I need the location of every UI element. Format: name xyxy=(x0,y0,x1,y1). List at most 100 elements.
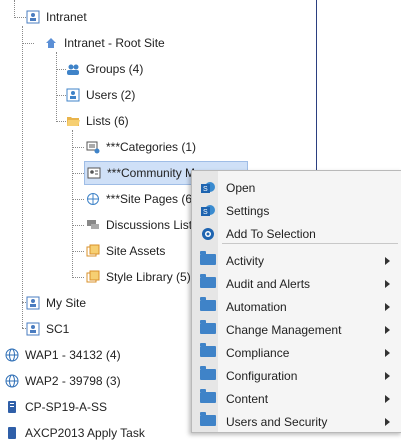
tree-node-label: WAP2 - 39798 (3) xyxy=(25,374,121,388)
menu-item-label: Settings xyxy=(226,203,270,218)
submenu-arrow-icon xyxy=(385,256,390,265)
folder-icon xyxy=(200,320,216,334)
folder-icon xyxy=(200,343,216,357)
menu-item-content[interactable]: Content xyxy=(192,387,401,410)
menu-item-label: Add To Selection xyxy=(226,226,316,241)
tree-connector xyxy=(72,199,84,200)
tree-node-categories[interactable]: ***Categories (1) xyxy=(86,137,196,157)
list-icon xyxy=(86,140,100,154)
tree-node-label: Site Assets xyxy=(106,244,166,258)
menu-item-automation[interactable]: Automation xyxy=(192,295,401,318)
groups-icon xyxy=(66,62,80,76)
tree-node-my-site[interactable]: My Site xyxy=(26,293,86,313)
tree-connector xyxy=(56,69,66,70)
tree-node-discussions[interactable]: Discussions List xyxy=(86,215,192,235)
submenu-arrow-icon xyxy=(385,417,390,426)
tree-node-wap1[interactable]: WAP1 - 34132 (4) xyxy=(5,345,121,365)
tree-node-label: ***Site Pages (6 xyxy=(106,192,193,206)
folder-icon xyxy=(200,412,216,426)
menu-item-open[interactable]: S Open xyxy=(192,176,401,199)
folder-icon xyxy=(200,366,216,380)
tree-connector xyxy=(72,173,84,174)
site-collection-icon xyxy=(26,10,40,24)
tree-node-label: Discussions List xyxy=(106,218,193,232)
tree-node-site-assets[interactable]: Site Assets xyxy=(86,241,165,261)
folder-icon xyxy=(200,389,216,403)
tree-node-groups[interactable]: Groups (4) xyxy=(66,59,143,79)
folder-icon xyxy=(200,251,216,265)
globe-icon xyxy=(5,348,19,362)
tree-node-label: My Site xyxy=(46,296,87,310)
library-icon xyxy=(86,270,100,284)
tree-node-users[interactable]: Users (2) xyxy=(66,85,135,105)
menu-item-label: Content xyxy=(226,391,269,406)
folder-icon xyxy=(200,297,216,311)
tree-node-label: Users (2) xyxy=(86,88,136,102)
menu-item-configuration[interactable]: Configuration xyxy=(192,364,401,387)
discussion-icon xyxy=(86,218,100,232)
tree-node-sc1[interactable]: SC1 xyxy=(26,319,69,339)
menu-item-label: Change Management xyxy=(226,322,342,337)
tree-connector xyxy=(72,251,84,252)
submenu-arrow-icon xyxy=(385,302,390,311)
svg-text:S: S xyxy=(203,209,208,216)
folder-open-icon xyxy=(66,114,80,128)
tree-node-style-library[interactable]: Style Library (5) xyxy=(86,267,191,287)
tree-connector xyxy=(56,52,57,120)
tree-node-cp-sp19[interactable]: CP-SP19-A-SS xyxy=(5,397,107,417)
tree-node-axcp2013[interactable]: AXCP2013 Apply Task xyxy=(5,423,145,443)
menu-item-settings[interactable]: S Settings xyxy=(192,199,401,222)
sharepoint-icon: S xyxy=(200,181,216,195)
library-icon xyxy=(86,244,100,258)
tree-node-lists[interactable]: Lists (6) xyxy=(66,111,129,131)
tree-connector xyxy=(56,95,66,96)
folder-icon xyxy=(200,274,216,288)
submenu-arrow-icon xyxy=(385,325,390,334)
server-icon xyxy=(5,426,19,440)
tree-node-label: Intranet - Root Site xyxy=(64,36,165,50)
menu-item-audit-alerts[interactable]: Audit and Alerts xyxy=(192,272,401,295)
context-menu: S Open S Settings Add To Selection Activ… xyxy=(191,170,401,433)
tree-node-label: Style Library (5) xyxy=(106,270,191,284)
submenu-arrow-icon xyxy=(385,394,390,403)
submenu-arrow-icon xyxy=(385,348,390,357)
submenu-arrow-icon xyxy=(385,371,390,380)
tree-connector xyxy=(56,121,66,122)
menu-item-label: Compliance xyxy=(226,345,290,360)
tree-node-wap2[interactable]: WAP2 - 39798 (3) xyxy=(5,371,121,391)
tree-node-site-pages[interactable]: ***Site Pages (6 xyxy=(86,189,192,209)
menu-item-label: Configuration xyxy=(226,368,298,383)
tree-node-label: AXCP2013 Apply Task xyxy=(25,426,145,440)
tree-node-label: WAP1 - 34132 (4) xyxy=(25,348,121,362)
menu-item-users-security[interactable]: Users and Security xyxy=(192,410,401,433)
tree-connector xyxy=(72,277,84,278)
tree-node-label: ***Categories (1) xyxy=(106,140,197,154)
contacts-icon xyxy=(87,166,101,180)
tree-node-label: Groups (4) xyxy=(86,62,144,76)
pages-icon xyxy=(86,192,100,206)
tree-node-intranet[interactable]: Intranet xyxy=(26,7,87,27)
server-icon xyxy=(5,400,19,414)
add-selection-icon xyxy=(200,227,216,241)
menu-item-label: Automation xyxy=(226,299,287,314)
menu-item-label: Users and Security xyxy=(226,414,328,429)
menu-item-label: Activity xyxy=(226,253,265,268)
users-icon xyxy=(66,88,80,102)
menu-item-change-management[interactable]: Change Management xyxy=(192,318,401,341)
menu-item-activity[interactable]: Activity xyxy=(192,249,401,272)
tree-connector xyxy=(72,130,73,278)
site-collection-icon xyxy=(26,322,40,336)
menu-item-label: Audit and Alerts xyxy=(226,276,311,291)
tree-connector xyxy=(14,0,15,18)
svg-text:S: S xyxy=(203,186,208,193)
tree-connector xyxy=(22,26,23,328)
submenu-arrow-icon xyxy=(385,279,390,288)
tree-node-root-site[interactable]: Intranet - Root Site xyxy=(44,33,165,53)
tree-node-label: Lists (6) xyxy=(86,114,129,128)
menu-item-compliance[interactable]: Compliance xyxy=(192,341,401,364)
menu-separator xyxy=(222,243,398,244)
tree-connector xyxy=(72,147,84,148)
menu-item-add-to-selection[interactable]: Add To Selection xyxy=(192,222,401,245)
sharepoint-icon: S xyxy=(200,204,216,218)
tree-connector xyxy=(14,17,26,18)
